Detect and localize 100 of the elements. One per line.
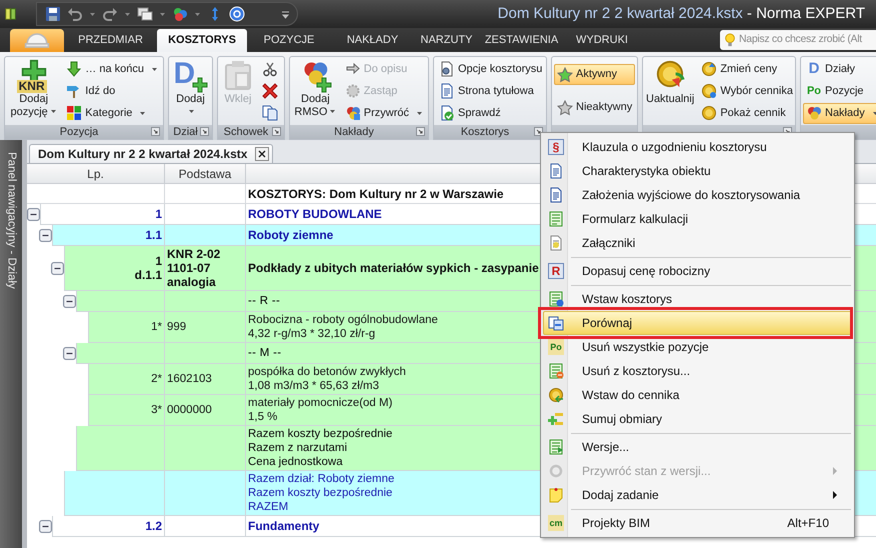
- group-label: Pozycja: [60, 125, 98, 139]
- knr-badge: KNR: [16, 80, 47, 93]
- dialog-launcher-icon[interactable]: [151, 127, 160, 136]
- ribbon-button[interactable]: Strona tytułowa: [436, 80, 546, 102]
- list-icon: [548, 211, 564, 227]
- table-cell-text: -- M --: [247, 346, 282, 361]
- caret-icon: [139, 110, 146, 116]
- letter-icon: R: [548, 263, 564, 279]
- large-button[interactable]: KNR Dodaj pozycję: [7, 57, 60, 125]
- redo-icon[interactable]: [102, 6, 118, 22]
- letter-icon: Po: [806, 83, 822, 99]
- table-cell-text: 3*: [150, 403, 163, 418]
- group-label: Kosztorys: [460, 125, 510, 139]
- ribbon-tab[interactable]: PRZEDMIAR: [64, 29, 157, 52]
- document-icon: [548, 187, 564, 203]
- dialog-launcher-icon[interactable]: [416, 127, 425, 136]
- helmet-icon: [24, 33, 50, 48]
- table-cell-text: Podkłady z ubitych materiałów sypkich - zasypanie: [247, 260, 539, 276]
- table-cell-text: KNR 2-02 1101-07 analogia: [166, 246, 220, 290]
- table-cell-text: 1: [154, 206, 163, 222]
- table-cell-text: -- R --: [247, 294, 280, 309]
- table-cell-text: 1 d.1.1: [134, 253, 163, 283]
- ribbon-tab[interactable]: POZYCJE: [247, 29, 331, 52]
- ribbon-button[interactable]: Pokaż cennik: [698, 102, 795, 124]
- document-tab[interactable]: Dom Kultury nr 2 2 kwartał 2024.kstx: [29, 144, 274, 163]
- close-icon[interactable]: [255, 147, 270, 161]
- menu-item[interactable]: § Klauzula o uzgodnieniu kosztorysu: [543, 135, 852, 159]
- table-cell-text: 1.2: [144, 518, 163, 534]
- ribbon-tab[interactable]: WYDRUKI: [564, 29, 640, 52]
- resources-icon: [806, 105, 822, 121]
- ribbon-button[interactable]: Aktywny: [554, 64, 636, 85]
- collapse-icon[interactable]: [51, 262, 64, 275]
- column-header[interactable]: Podstawa: [165, 164, 246, 183]
- dialog-launcher-icon[interactable]: [200, 127, 209, 136]
- letter-icon: Po: [548, 339, 564, 355]
- table-cell-text: KOSZTORYS: Dom Kultury nr 2 w Warszawie: [248, 186, 504, 202]
- collapse-icon[interactable]: [63, 295, 76, 308]
- menu-item[interactable]: Założenia wyjściowe do kosztorysowania: [543, 183, 852, 207]
- scissors-icon: [262, 61, 278, 77]
- ribbon-button[interactable]: Przywróć: [342, 102, 426, 124]
- ribbon-button[interactable]: Nieaktywny: [554, 97, 636, 118]
- customize-icon[interactable]: [281, 10, 290, 18]
- column-header[interactable]: Lp.: [27, 164, 165, 183]
- document-check-icon: [439, 105, 455, 121]
- star-icon: [557, 100, 573, 116]
- plus-icon: [548, 411, 564, 427]
- windows-icon[interactable]: [137, 6, 153, 22]
- table-cell-text: 2*: [150, 372, 163, 387]
- letter-icon: §: [548, 139, 564, 155]
- table-cell-text: 1602103: [166, 372, 212, 387]
- large-button[interactable]: Dodaj RMSO: [292, 57, 339, 125]
- ribbon-button[interactable]: Kategorie: [63, 102, 161, 124]
- caret-icon: [159, 10, 166, 18]
- coin-arrows-icon: [701, 61, 718, 77]
- dialog-launcher-icon[interactable]: [272, 127, 281, 136]
- group-label: Dział: [173, 125, 198, 139]
- ribbon-tab[interactable]: NAKŁADY: [331, 29, 414, 52]
- letter-icon: cm: [548, 515, 564, 531]
- table-cell-text: Robocizna - roboty ogólnobudowlane 4,32 r-g/m3 * 32,10 zł/r-g: [247, 313, 438, 342]
- ribbon-tab[interactable]: KOSZTORYS: [157, 29, 247, 52]
- document-remove-icon: [548, 363, 564, 379]
- collapse-icon[interactable]: [39, 229, 52, 242]
- ribbon-button[interactable]: Idź do: [63, 80, 161, 102]
- ribbon-tab[interactable]: NARZUTY: [414, 29, 479, 52]
- table-cell-text: 999: [166, 320, 186, 335]
- color-balls-icon[interactable]: [172, 6, 188, 22]
- ribbon-tab[interactable]: ZESTAWIENIA: [479, 29, 564, 52]
- ribbon-button[interactable]: … na końcu: [63, 58, 161, 80]
- table-cell-text: 1*: [150, 320, 163, 335]
- menu-item[interactable]: Wersje...: [543, 431, 852, 459]
- window-title: Dom Kultury nr 2 2 kwartał 2024.kstx - Norma EXPERT: [498, 4, 866, 24]
- undo-icon[interactable]: [67, 6, 83, 22]
- submenu-arrow-icon: [831, 491, 839, 499]
- ribbon-button[interactable]: Nakłady: [803, 102, 876, 124]
- collapse-icon[interactable]: [39, 520, 52, 533]
- ribbon-button[interactable]: Zmień ceny: [698, 58, 795, 80]
- dialog-launcher-icon[interactable]: [534, 127, 543, 136]
- large-button[interactable]: D Dodaj: [171, 57, 210, 125]
- menu-item[interactable]: Dodaj zadanie: [543, 483, 852, 507]
- app-icon[interactable]: [4, 7, 18, 21]
- collapse-icon[interactable]: [27, 208, 40, 221]
- document-refresh-icon: [548, 439, 564, 455]
- note-icon: [548, 487, 564, 503]
- table-cell-text: ROBOTY BUDOWLANE: [247, 206, 382, 222]
- collapse-icon[interactable]: [63, 347, 76, 360]
- document-drop-icon: [548, 291, 564, 307]
- save-icon[interactable]: [45, 6, 61, 22]
- ribbon-button[interactable]: D Działy: [803, 58, 876, 80]
- ribbon-button[interactable]: Po Pozycje: [803, 80, 876, 102]
- ribbon-button[interactable]: Sprawdź: [436, 102, 546, 124]
- help-icon[interactable]: [229, 6, 245, 22]
- delete-icon: [262, 83, 278, 99]
- ribbon-button[interactable]: Wybór cennika: [698, 80, 795, 102]
- search-field[interactable]: Napisz co chcesz zrobić (Alt: [720, 30, 876, 50]
- menu-item[interactable]: R Dopasuj cenę robocizny: [543, 255, 852, 283]
- menu-item[interactable]: Charakterystyka obiektu: [543, 159, 852, 183]
- gear-icon: [344, 83, 361, 99]
- ribbon-button[interactable]: Opcje kosztorysu: [436, 58, 546, 80]
- caret-icon: [194, 10, 201, 18]
- large-button[interactable]: Uaktualnij: [645, 57, 696, 125]
